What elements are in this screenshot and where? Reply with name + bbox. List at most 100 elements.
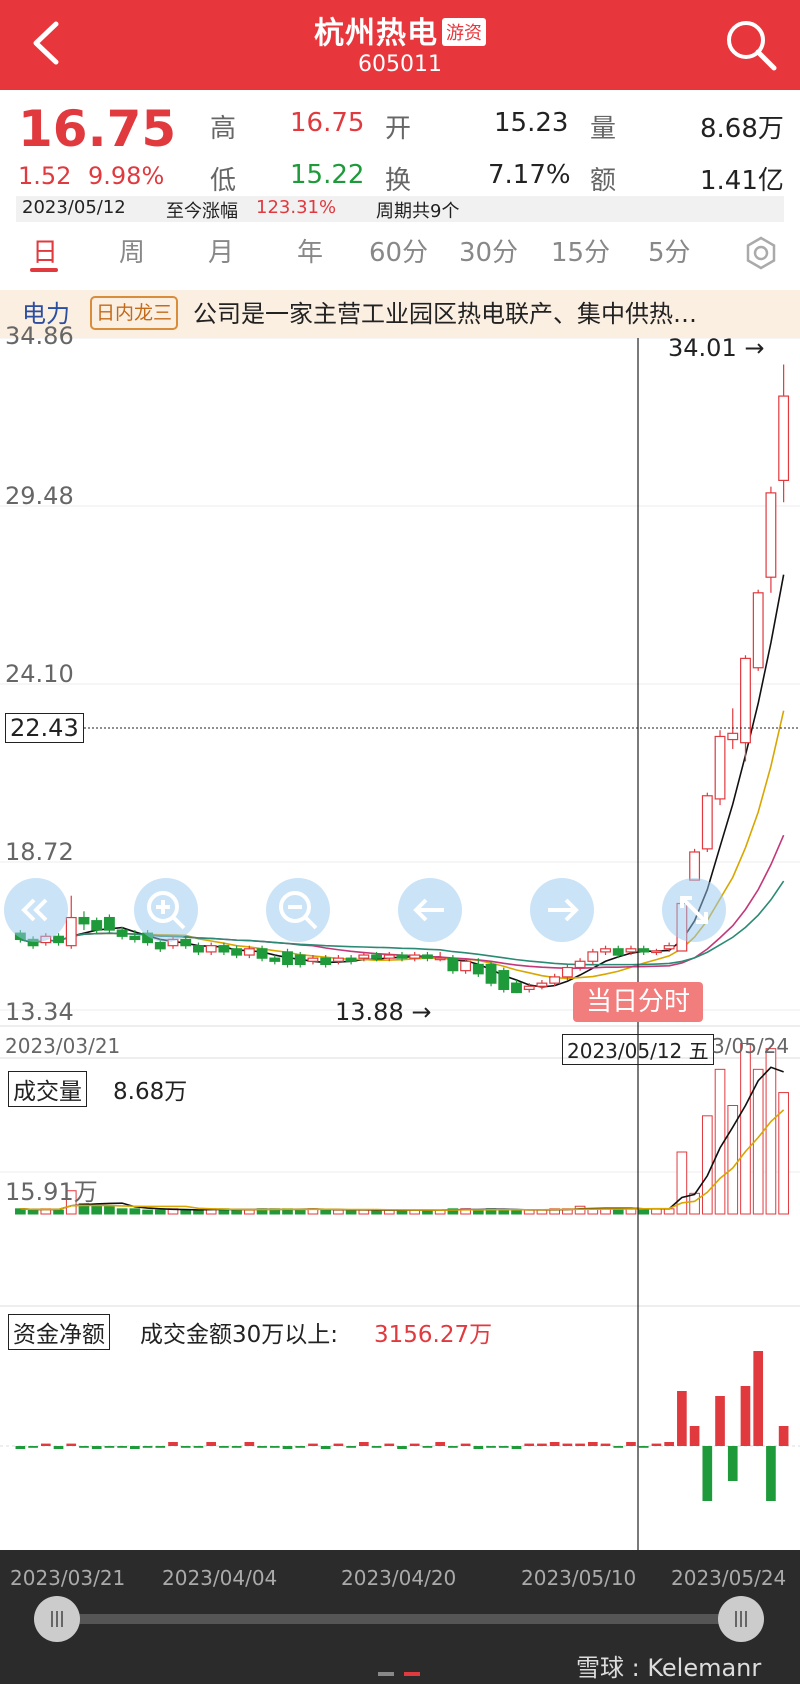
amount-value: 1.41亿 [700, 166, 784, 196]
turnover-value: 7.17% [488, 160, 571, 190]
timeline-date-1: 2023/03/21 [10, 1566, 126, 1590]
volume-bar [320, 1209, 332, 1215]
intraday-button[interactable]: 当日分时 [573, 982, 703, 1022]
zoom-in-button[interactable] [134, 878, 198, 942]
volume-bar [91, 1205, 103, 1215]
tab-year[interactable]: 年 [297, 232, 323, 269]
volume-bar [244, 1209, 255, 1215]
zoom-out-button[interactable] [266, 878, 330, 942]
range-handle-left[interactable] [34, 1596, 80, 1642]
settings-icon[interactable] [744, 236, 778, 270]
candle-body [714, 735, 726, 800]
quote-date: 2023/05/12 [22, 197, 126, 218]
period-count: 周期共9个 [376, 201, 460, 222]
candle-body [396, 954, 408, 959]
fund-bar [193, 1446, 204, 1448]
fund-bar [282, 1446, 293, 1449]
youzi-badge[interactable]: 游资 [442, 18, 486, 46]
open-label: 开 [385, 114, 412, 144]
candle-body [332, 957, 344, 962]
grip-icon [735, 1611, 747, 1627]
kline-chart[interactable] [0, 338, 800, 1550]
candle-body [154, 941, 166, 950]
volume-bar [740, 1043, 751, 1215]
volume-bar [523, 1209, 535, 1215]
header-title-group: 杭州热电 游资 605011 [0, 8, 800, 77]
tab-60min[interactable]: 60分 [369, 232, 428, 269]
fund-bar [448, 1446, 458, 1448]
fund-bar [359, 1442, 369, 1446]
tab-month[interactable]: 月 [208, 232, 234, 269]
min-price-label: 13.88 → [335, 998, 432, 1026]
tab-5min[interactable]: 5分 [648, 232, 691, 269]
tab-15min[interactable]: 15分 [551, 232, 610, 269]
fund-bar [168, 1442, 178, 1446]
timeline-track[interactable] [56, 1614, 746, 1624]
y-label-3: 24.10 [5, 660, 74, 688]
fund-bar [384, 1443, 395, 1446]
company-description[interactable]: 公司是一家主营工业园区热电联产、集中供热… [193, 290, 697, 338]
low-label: 低 [210, 166, 237, 196]
fund-bar [231, 1446, 242, 1448]
fund-bar [155, 1446, 166, 1448]
fund-bar [180, 1446, 191, 1448]
fund-bar [498, 1446, 509, 1448]
y-label-4: 18.72 [5, 838, 74, 866]
volume-bar [333, 1209, 344, 1215]
fullscreen-button[interactable] [662, 878, 726, 942]
tab-30min[interactable]: 30分 [459, 232, 518, 269]
volume-bar [104, 1205, 115, 1215]
fund-panel-label[interactable]: 资金净额 [8, 1314, 110, 1350]
open-value: 15.23 [494, 108, 569, 138]
fund-bar [766, 1446, 776, 1501]
candle-body [422, 954, 433, 959]
scroll-right-button[interactable] [530, 878, 594, 942]
stock-code: 605011 [358, 52, 442, 77]
volume-bar [231, 1209, 242, 1215]
candle-body [256, 948, 268, 959]
timeline-date-3: 2023/04/20 [341, 1566, 457, 1590]
volume-bar [345, 1209, 357, 1215]
candle-body [320, 957, 332, 966]
tab-day[interactable]: 日 [32, 232, 58, 269]
fund-bar [320, 1446, 331, 1449]
timeline-date-4: 2023/05/10 [521, 1566, 637, 1590]
crosshair-price: 22.43 [5, 713, 84, 743]
fund-bar [664, 1442, 674, 1446]
candle-body [294, 954, 306, 966]
current-price: 16.75 [18, 100, 177, 158]
since-label: 至今涨幅 [166, 201, 238, 222]
candle-body [103, 916, 115, 931]
search-icon[interactable] [722, 16, 780, 74]
candle-body [727, 732, 739, 741]
candle-body [701, 795, 713, 850]
volume-bar [129, 1208, 141, 1215]
fund-bar [206, 1442, 217, 1446]
start-date: 2023/03/21 [5, 1034, 121, 1058]
candle-body [78, 916, 90, 925]
page-indicator-1 [378, 1672, 394, 1676]
rank-tag[interactable]: 日内龙三 [90, 296, 179, 330]
fund-bar [371, 1446, 382, 1448]
scroll-left-button[interactable] [398, 878, 462, 942]
volume-ma-line [20, 1109, 785, 1211]
tab-week[interactable]: 周 [119, 232, 145, 269]
scroll-left-fast-button[interactable] [4, 878, 68, 942]
range-handle-right[interactable] [718, 1596, 764, 1642]
fund-bar [600, 1443, 611, 1446]
volume-value: 8.68万 [700, 114, 784, 144]
crosshair-date: 2023/05/12 五 [562, 1034, 714, 1065]
fund-bar [244, 1442, 255, 1446]
volume-bar [765, 1048, 777, 1215]
fund-bar [753, 1351, 764, 1446]
page-indicator-2 [404, 1672, 420, 1676]
fund-bar [422, 1446, 433, 1448]
candle-body [243, 948, 255, 956]
fund-bar [257, 1446, 267, 1448]
fund-bar [269, 1446, 280, 1448]
volume-bar [472, 1209, 484, 1215]
fund-bar [40, 1443, 51, 1446]
fund-bar [562, 1443, 573, 1446]
candle-body [460, 960, 472, 972]
volume-panel-label[interactable]: 成交量 [8, 1071, 87, 1107]
